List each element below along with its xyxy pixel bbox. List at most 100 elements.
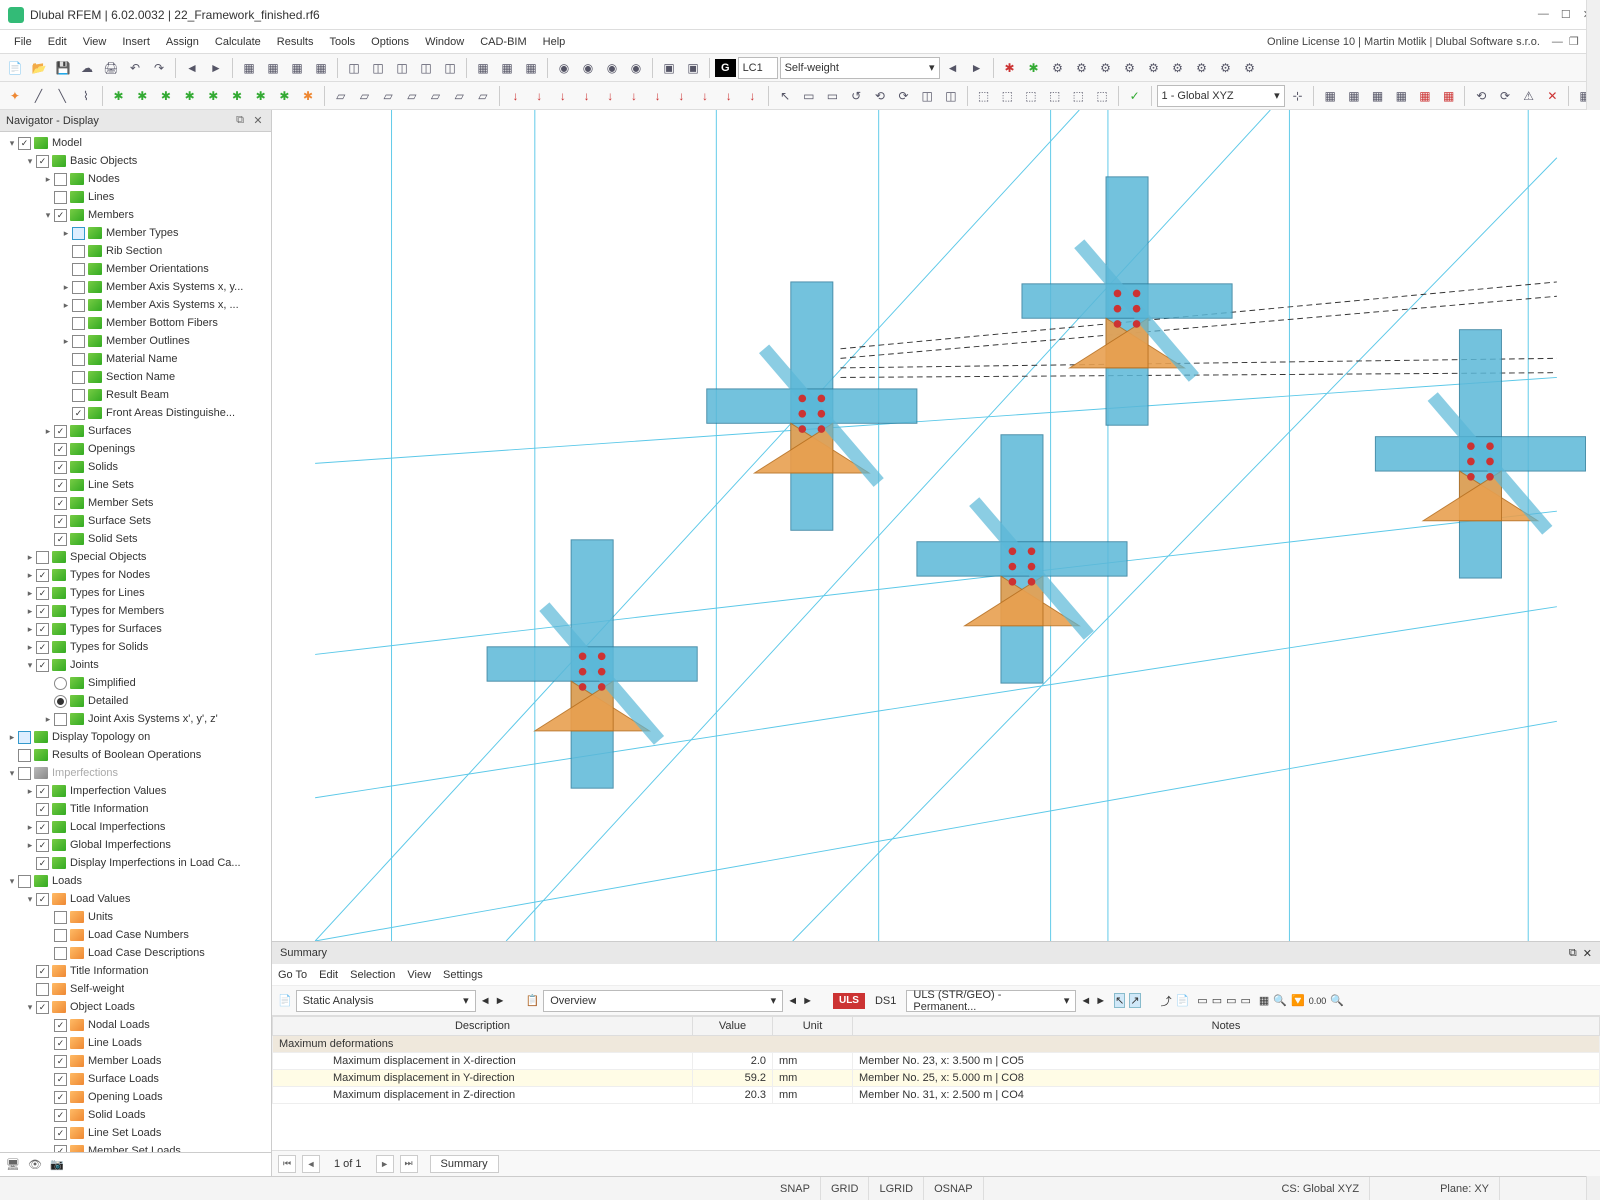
tree-item[interactable]: ▾Loads — [0, 872, 271, 890]
tree-item[interactable]: ▸Types for Members — [0, 602, 271, 620]
tree-checkbox[interactable] — [54, 533, 67, 546]
tree-radio[interactable] — [54, 677, 67, 690]
summary-menu-selection[interactable]: Selection — [350, 969, 395, 981]
layout5-icon[interactable]: ◫ — [439, 57, 461, 79]
tree-checkbox[interactable] — [54, 479, 67, 492]
node-d-icon[interactable]: ✱ — [179, 85, 201, 107]
doc-minimize-icon[interactable]: — — [1552, 36, 1563, 48]
tree-checkbox[interactable] — [36, 551, 49, 564]
tree-item[interactable]: ▸Member Outlines — [0, 332, 271, 350]
tree-checkbox[interactable] — [72, 281, 85, 294]
tree-checkbox[interactable] — [54, 1037, 67, 1050]
tree-toggle-icon[interactable]: ▸ — [6, 732, 18, 743]
table-row[interactable]: Maximum displacement in X-direction2.0mm… — [273, 1053, 1600, 1070]
load-j-icon[interactable]: ↓ — [718, 85, 740, 107]
table-header[interactable]: Unit — [773, 1017, 853, 1036]
grid1-icon[interactable]: ▦ — [472, 57, 494, 79]
tree-checkbox[interactable] — [54, 713, 67, 726]
tree-checkbox[interactable] — [36, 839, 49, 852]
tool-e-icon[interactable]: ⚙ — [1095, 57, 1117, 79]
arrow-right-icon[interactable]: ► — [205, 57, 227, 79]
tree-item[interactable]: ▸Member Types — [0, 224, 271, 242]
tree-item[interactable]: Openings — [0, 440, 271, 458]
panel4-icon[interactable]: ▦ — [310, 57, 332, 79]
nav-tab3-icon[interactable]: 📷 — [50, 1158, 64, 1171]
ds-next-icon[interactable]: ► — [1095, 995, 1106, 1007]
table-row[interactable]: Maximum displacement in Z-direction20.3m… — [273, 1087, 1600, 1104]
tree-item[interactable]: ▾Model — [0, 134, 271, 152]
tree-item[interactable]: Detailed — [0, 692, 271, 710]
tree-item[interactable]: ▸Imperfection Values — [0, 782, 271, 800]
tree-checkbox[interactable] — [18, 731, 31, 744]
tree-checkbox[interactable] — [18, 749, 31, 762]
tree-item[interactable]: ▾Members — [0, 206, 271, 224]
load-e-icon[interactable]: ↓ — [599, 85, 621, 107]
tree-item[interactable]: Opening Loads — [0, 1088, 271, 1106]
tree-checkbox[interactable] — [36, 983, 49, 996]
render1-icon[interactable]: ▣ — [658, 57, 680, 79]
sumtool-l-icon[interactable]: 0.00 — [1309, 996, 1327, 1006]
tree-item[interactable]: Results of Boolean Operations — [0, 746, 271, 764]
navigator-pin-icon[interactable]: ⧉ — [233, 114, 247, 128]
tree-toggle-icon[interactable]: ▸ — [24, 552, 36, 563]
sumtool-f-icon[interactable]: ▭ — [1212, 994, 1222, 1007]
tree-toggle-icon[interactable]: ▸ — [60, 228, 72, 239]
lc-code[interactable]: LC1 — [738, 57, 778, 79]
page-prev-icon[interactable]: ◄ — [302, 1155, 320, 1173]
page-next-icon[interactable]: ► — [376, 1155, 394, 1173]
tree-item[interactable]: Line Loads — [0, 1034, 271, 1052]
summary-menu-view[interactable]: View — [407, 969, 431, 981]
summary-menu-settings[interactable]: Settings — [443, 969, 483, 981]
menu-edit[interactable]: Edit — [40, 34, 75, 50]
menu-window[interactable]: Window — [417, 34, 472, 50]
tree-checkbox[interactable] — [54, 1109, 67, 1122]
tree-checkbox[interactable] — [54, 209, 67, 222]
tree-item[interactable]: Title Information — [0, 800, 271, 818]
tree-checkbox[interactable] — [72, 317, 85, 330]
surf-d-icon[interactable]: ▱ — [401, 85, 423, 107]
menu-cad-bim[interactable]: CAD-BIM — [472, 34, 534, 50]
tree-item[interactable]: Nodal Loads — [0, 1016, 271, 1034]
mod-f-icon[interactable]: ⬚ — [1091, 85, 1113, 107]
tree-item[interactable]: ▸Surfaces — [0, 422, 271, 440]
sel-a-icon[interactable]: ↖ — [774, 85, 796, 107]
tree-item[interactable]: ▾Imperfections — [0, 764, 271, 782]
table-header[interactable]: Description — [273, 1017, 693, 1036]
node-a-icon[interactable]: ✱ — [108, 85, 130, 107]
tree-item[interactable]: Line Set Loads — [0, 1124, 271, 1142]
tree-checkbox[interactable] — [36, 641, 49, 654]
draw-a-icon[interactable]: ✦ — [4, 85, 26, 107]
tool-f-icon[interactable]: ⚙ — [1119, 57, 1141, 79]
misc-a-icon[interactable]: ⟲ — [1470, 85, 1492, 107]
tree-checkbox[interactable] — [36, 785, 49, 798]
misc-c-icon[interactable]: ⚠ — [1518, 85, 1540, 107]
tree-item[interactable]: ▸Member Axis Systems x, ... — [0, 296, 271, 314]
load-b-icon[interactable]: ↓ — [528, 85, 550, 107]
grid-d-icon[interactable]: ▦ — [1390, 85, 1412, 107]
tree-item[interactable]: Member Orientations — [0, 260, 271, 278]
tree-toggle-icon[interactable]: ▸ — [24, 624, 36, 635]
grid-e-icon[interactable]: ▦ — [1414, 85, 1436, 107]
panel2-icon[interactable]: ▦ — [262, 57, 284, 79]
tree-item[interactable]: Simplified — [0, 674, 271, 692]
tree-toggle-icon[interactable]: ▾ — [24, 660, 36, 671]
tree-item[interactable]: ▸Types for Solids — [0, 638, 271, 656]
layout1-icon[interactable]: ◫ — [343, 57, 365, 79]
load-g-icon[interactable]: ↓ — [647, 85, 669, 107]
tree-item[interactable]: Member Bottom Fibers — [0, 314, 271, 332]
view3-icon[interactable]: ◉ — [601, 57, 623, 79]
tree-item[interactable]: Front Areas Distinguishe... — [0, 404, 271, 422]
surf-g-icon[interactable]: ▱ — [472, 85, 494, 107]
node-i-icon[interactable]: ✱ — [297, 85, 319, 107]
tree-checkbox[interactable] — [36, 821, 49, 834]
ds-combo[interactable]: ULS (STR/GEO) - Permanent...▾ — [906, 990, 1076, 1012]
menu-help[interactable]: Help — [535, 34, 574, 50]
sumtool-e-icon[interactable]: ▭ — [1197, 994, 1207, 1007]
grid-f-icon[interactable]: ▦ — [1438, 85, 1460, 107]
surf-b-icon[interactable]: ▱ — [354, 85, 376, 107]
cs-icon[interactable]: ⊹ — [1287, 85, 1309, 107]
analysis-combo[interactable]: Static Analysis▾ — [296, 990, 476, 1012]
sumtool-g-icon[interactable]: ▭ — [1226, 994, 1236, 1007]
tree-toggle-icon[interactable]: ▸ — [42, 426, 54, 437]
tree-checkbox[interactable] — [18, 137, 31, 150]
